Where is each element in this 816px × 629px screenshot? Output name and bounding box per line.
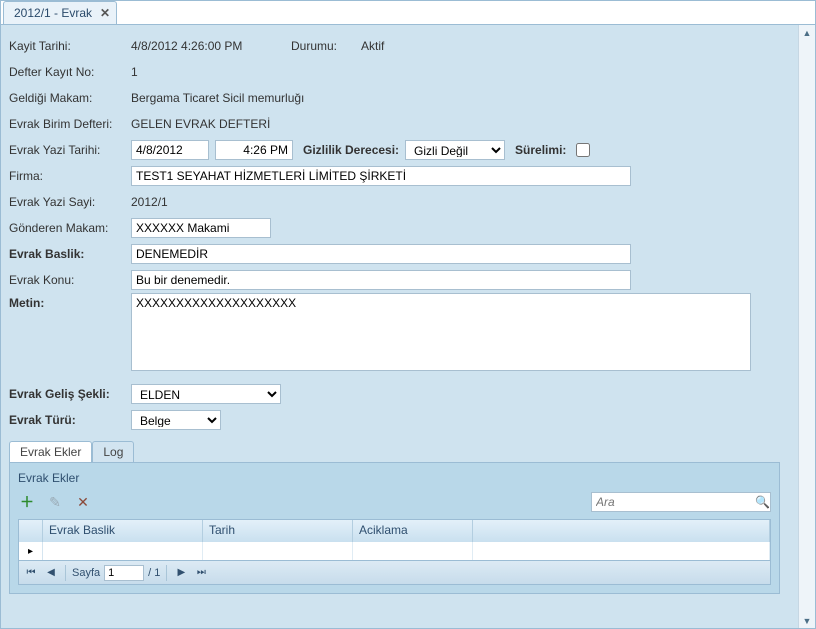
firma-label: Firma:	[9, 169, 131, 183]
col-extra	[473, 520, 770, 542]
defter-no-label: Defter Kayıt No:	[9, 65, 131, 79]
search-box: 🔍	[591, 492, 771, 512]
col-tarih[interactable]: Tarih	[203, 520, 353, 542]
gelis-select[interactable]: ELDEN	[131, 384, 281, 404]
durumu-value: Aktif	[361, 39, 384, 53]
surelimi-checkbox[interactable]	[576, 143, 590, 157]
subtabs: Evrak Ekler Log Evrak Ekler ＋ ✎ ✕ 🔍	[9, 441, 780, 594]
yazi-date-input[interactable]	[131, 140, 209, 160]
konu-input[interactable]	[131, 270, 631, 290]
grid-empty-row: ▸	[19, 542, 770, 560]
baslik-label: Evrak Baslik:	[9, 247, 131, 261]
kayit-tarihi-label: Kayit Tarihi:	[9, 39, 131, 53]
ekler-grid: Evrak Baslik Tarih Aciklama ▸	[18, 519, 771, 561]
gizlilik-label: Gizlilik Derecesi:	[303, 143, 399, 157]
surelimi-label: Sürelimi:	[515, 143, 566, 157]
scroll-down-icon[interactable]: ▼	[800, 613, 815, 628]
metin-label: Metin:	[9, 293, 131, 310]
durumu-label: Durumu:	[291, 39, 361, 53]
metin-textarea[interactable]	[131, 293, 751, 371]
gonderen-input[interactable]	[131, 218, 271, 238]
kayit-tarihi-value: 4/8/2012 4:26:00 PM	[131, 39, 291, 53]
gonderen-label: Gönderen Makam:	[9, 221, 131, 235]
form-body: Kayit Tarihi: 4/8/2012 4:26:00 PM Durumu…	[1, 25, 815, 628]
pager-first-icon[interactable]: ⏮	[23, 565, 39, 581]
col-aciklama[interactable]: Aciklama	[353, 520, 473, 542]
subtab-log[interactable]: Log	[92, 441, 134, 462]
close-icon[interactable]: ✕	[100, 6, 110, 20]
pane-toolbar: ＋ ✎ ✕ 🔍	[18, 491, 771, 513]
turu-select[interactable]: Belge	[131, 410, 221, 430]
yazi-tarihi-label: Evrak Yazi Tarihi:	[9, 143, 131, 157]
sayi-value: 2012/1	[131, 195, 168, 209]
pager-last-icon[interactable]: ⏭	[193, 565, 209, 581]
defter-no-value: 1	[131, 65, 138, 79]
tab-title: 2012/1 - Evrak	[14, 6, 92, 20]
sayi-label: Evrak Yazi Sayi:	[9, 195, 131, 209]
search-icon[interactable]: 🔍	[755, 495, 770, 509]
geldi-value: Bergama Ticaret Sicil memurluğı	[131, 91, 304, 105]
yazi-time-input[interactable]	[215, 140, 293, 160]
gelis-label: Evrak Geliş Şekli:	[9, 387, 131, 401]
add-icon[interactable]: ＋	[18, 493, 36, 511]
grid-rowheader	[19, 520, 43, 542]
pager-prev-icon[interactable]: ◀	[43, 565, 59, 581]
konu-label: Evrak Konu:	[9, 273, 131, 287]
birim-label: Evrak Birim Defteri:	[9, 117, 131, 131]
pager-of-label: / 1	[148, 567, 160, 579]
ekler-pane: Evrak Ekler ＋ ✎ ✕ 🔍	[9, 462, 780, 594]
pager-page-input[interactable]	[104, 565, 144, 581]
pager: ⏮ ◀ Sayfa / 1 ▶ ⏭	[18, 561, 771, 585]
row-indicator-icon: ▸	[19, 542, 43, 560]
edit-icon[interactable]: ✎	[46, 493, 64, 511]
geldi-label: Geldiği Makam:	[9, 91, 131, 105]
pane-title: Evrak Ekler	[18, 471, 771, 485]
scroll-up-icon[interactable]: ▲	[800, 25, 815, 40]
form-area: Kayit Tarihi: 4/8/2012 4:26:00 PM Durumu…	[9, 33, 790, 620]
search-input[interactable]	[594, 494, 755, 510]
subtab-ekler[interactable]: Evrak Ekler	[9, 441, 92, 462]
vertical-scrollbar[interactable]: ▲ ▼	[798, 25, 815, 628]
firma-input[interactable]	[131, 166, 631, 186]
pager-next-icon[interactable]: ▶	[173, 565, 189, 581]
tabstrip: 2012/1 - Evrak ✕	[1, 1, 815, 25]
gizlilik-select[interactable]: Gizli Değil	[405, 140, 505, 160]
pager-sayfa-label: Sayfa	[72, 567, 100, 579]
document-window: 2012/1 - Evrak ✕ Kayit Tarihi: 4/8/2012 …	[0, 0, 816, 629]
tab-evrak[interactable]: 2012/1 - Evrak ✕	[3, 1, 117, 24]
turu-label: Evrak Türü:	[9, 413, 109, 427]
col-baslik[interactable]: Evrak Baslik	[43, 520, 203, 542]
baslik-input[interactable]	[131, 244, 631, 264]
birim-value: GELEN EVRAK DEFTERİ	[131, 117, 270, 131]
delete-icon[interactable]: ✕	[74, 493, 92, 511]
